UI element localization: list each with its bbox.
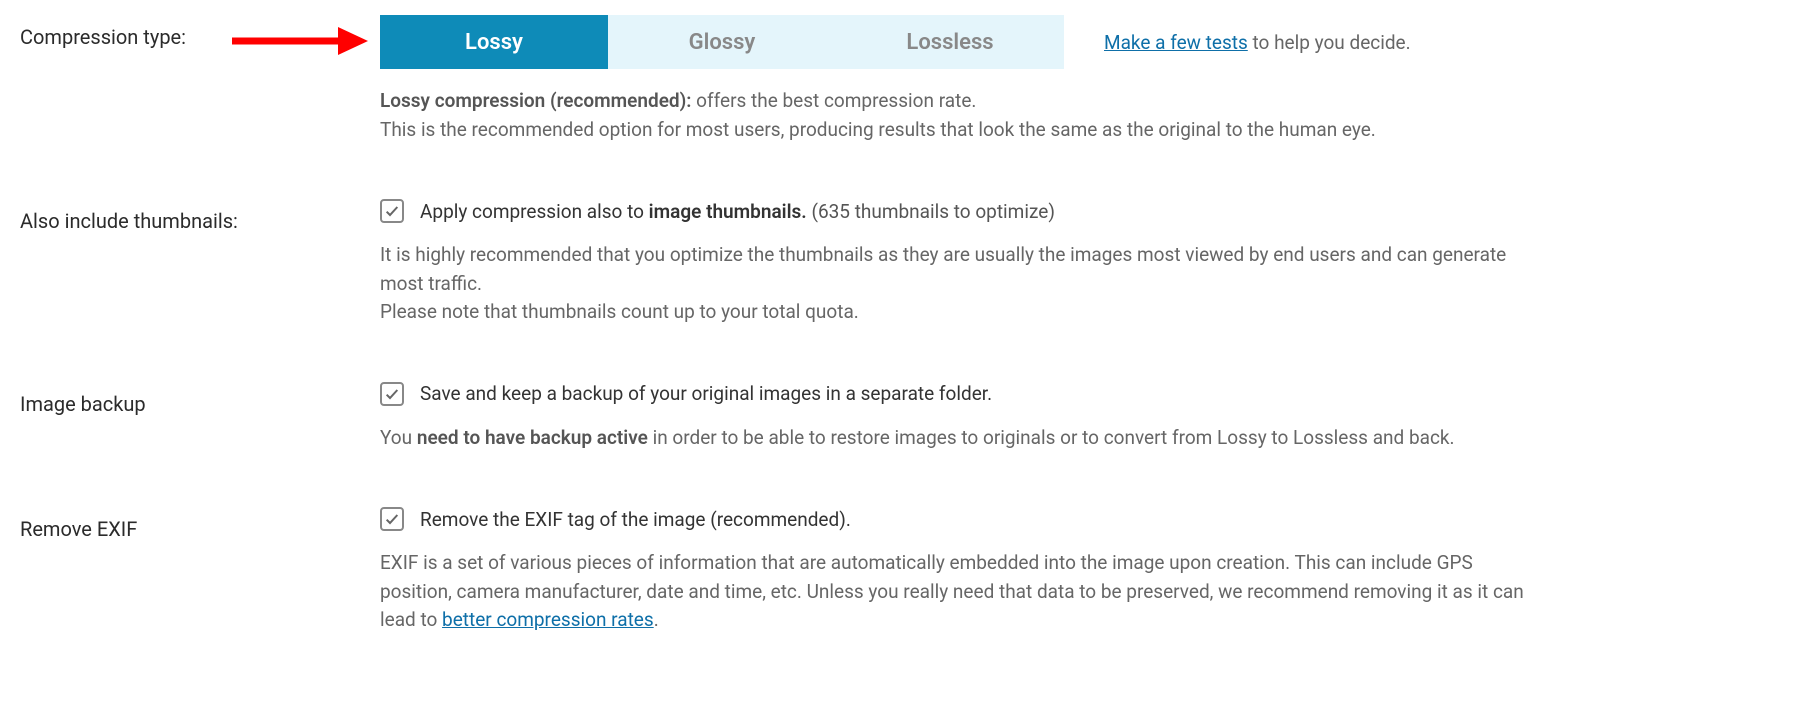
exif-check-label: Remove the EXIF tag of the image (recomm… — [420, 508, 851, 531]
make-tests-after: to help you decide. — [1248, 31, 1411, 54]
compression-type-row: Compression type: Lossy Glossy Lossless … — [20, 15, 1780, 144]
compression-type-label: Compression type: — [20, 25, 186, 49]
better-compression-link[interactable]: better compression rates — [442, 608, 654, 631]
backup-check-label: Save and keep a backup of your original … — [420, 382, 992, 405]
tab-lossless[interactable]: Lossless — [836, 15, 1064, 69]
thumbnails-check-pre: Apply compression also to — [420, 200, 649, 223]
compression-tabs: Lossy Glossy Lossless — [380, 15, 1064, 69]
thumbnails-check-bold: image thumbnails. — [649, 200, 807, 223]
backup-checkbox[interactable] — [380, 382, 404, 406]
check-icon — [384, 386, 400, 402]
check-icon — [384, 203, 400, 219]
backup-label: Image backup — [20, 392, 146, 416]
backup-desc-after: in order to be able to restore images to… — [648, 426, 1455, 449]
backup-desc-pre: You — [380, 426, 417, 449]
compression-desc: Lossy compression (recommended): offers … — [380, 87, 1530, 144]
backup-desc-bold: need to have backup active — [417, 426, 648, 449]
thumbnails-desc: It is highly recommended that you optimi… — [380, 241, 1530, 327]
arrow-right-icon — [230, 23, 370, 59]
exif-checkbox[interactable] — [380, 507, 404, 531]
exif-desc: EXIF is a set of various pieces of infor… — [380, 549, 1530, 635]
backup-desc: You need to have backup active in order … — [380, 424, 1530, 453]
tab-glossy[interactable]: Glossy — [608, 15, 836, 69]
thumbnails-label: Also include thumbnails: — [20, 209, 238, 233]
backup-check-row: Save and keep a backup of your original … — [380, 382, 1780, 406]
exif-label: Remove EXIF — [20, 517, 137, 541]
thumbnails-checkbox[interactable] — [380, 199, 404, 223]
compression-desc-after: offers the best compression rate. — [691, 89, 976, 112]
thumbnails-desc1: It is highly recommended that you optimi… — [380, 243, 1506, 295]
tab-lossy[interactable]: Lossy — [380, 15, 608, 69]
thumbnails-desc2: Please note that thumbnails count up to … — [380, 300, 859, 323]
compression-desc-line2: This is the recommended option for most … — [380, 118, 1376, 141]
exif-desc-after: . — [654, 608, 659, 631]
thumbnails-check-row: Apply compression also to image thumbnai… — [380, 199, 1780, 223]
compression-desc-bold: Lossy compression (recommended): — [380, 89, 691, 112]
compression-help-right: Make a few tests to help you decide. — [1104, 31, 1411, 54]
exif-row: Remove EXIF Remove the EXIF tag of the i… — [20, 507, 1780, 635]
thumbnails-check-label: Apply compression also to image thumbnai… — [420, 200, 1055, 223]
make-tests-link[interactable]: Make a few tests — [1104, 31, 1248, 54]
exif-check-row: Remove the EXIF tag of the image (recomm… — [380, 507, 1780, 531]
check-icon — [384, 511, 400, 527]
compression-tabs-wrap: Lossy Glossy Lossless Make a few tests t… — [380, 15, 1780, 69]
thumbnails-count: (635 thumbnails to optimize) — [811, 200, 1055, 223]
thumbnails-row: Also include thumbnails: Apply compressi… — [20, 199, 1780, 327]
backup-row: Image backup Save and keep a backup of y… — [20, 382, 1780, 453]
